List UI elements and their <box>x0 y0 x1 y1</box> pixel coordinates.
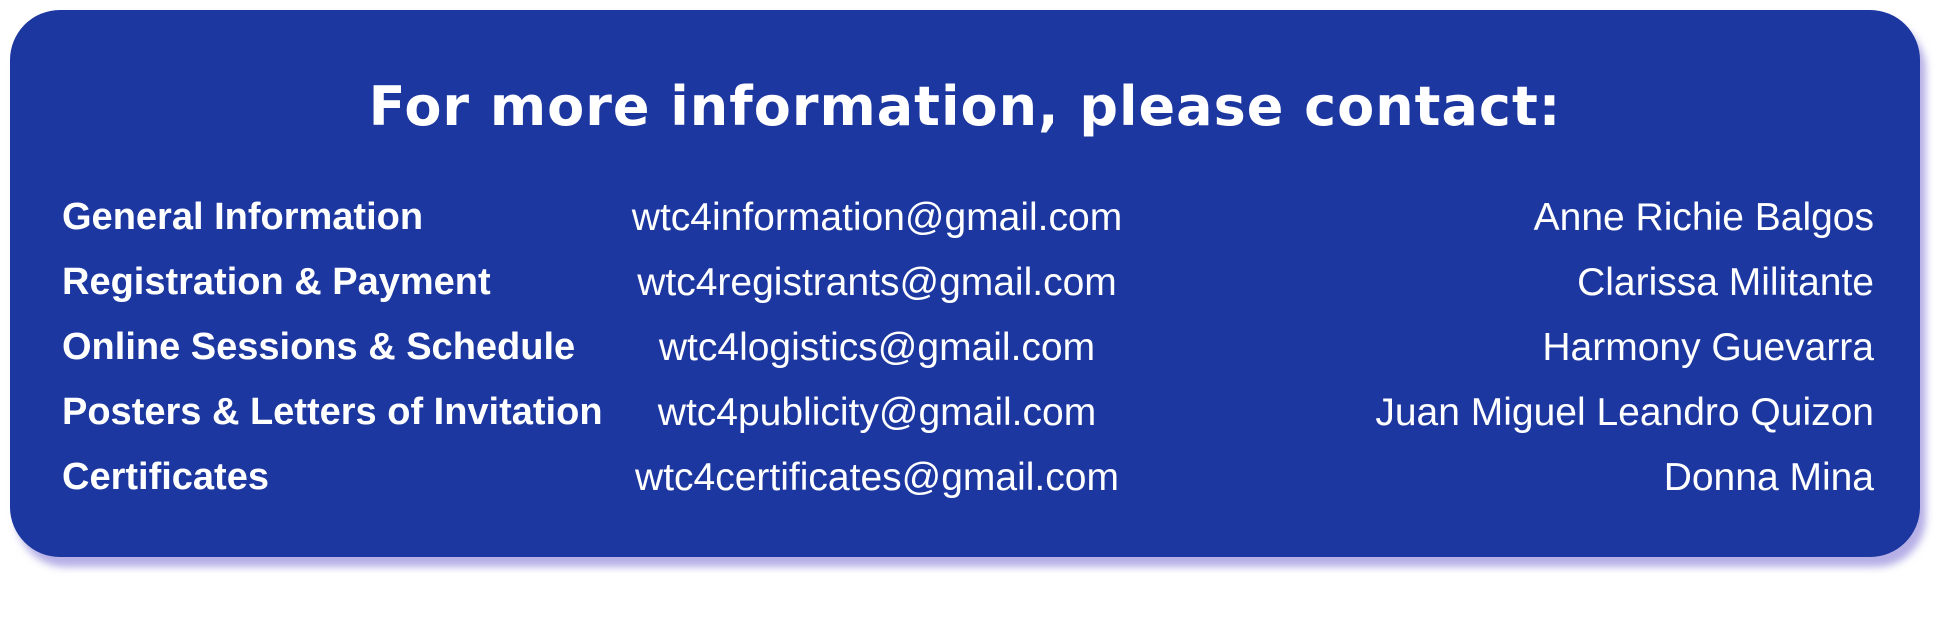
contact-row-certificates: Certificates wtc4certificates@gmail.com … <box>62 445 1874 510</box>
contact-row-registration-payment: Registration & Payment wtc4registrants@g… <box>62 250 1874 315</box>
contact-topic: General Information <box>62 196 424 238</box>
contact-email-link[interactable]: wtc4certificates@gmail.com <box>612 445 1142 510</box>
contact-topic: Posters & Letters of Invitation <box>62 391 603 433</box>
contact-list: General Information wtc4information@gmai… <box>62 185 1874 510</box>
contact-email-link[interactable]: wtc4publicity@gmail.com <box>612 380 1142 445</box>
contact-heading: For more information, please contact: <box>368 75 1562 138</box>
contact-person: Harmony Guevarra <box>1542 326 1874 369</box>
contact-person: Clarissa Militante <box>1577 261 1874 304</box>
contact-topic: Registration & Payment <box>62 261 491 303</box>
contact-email-link[interactable]: wtc4logistics@gmail.com <box>612 315 1142 380</box>
contact-topic: Online Sessions & Schedule <box>62 326 576 368</box>
contact-card: For more information, please contact: Ge… <box>10 10 1920 557</box>
contact-row-online-sessions-schedule: Online Sessions & Schedule wtc4logistics… <box>62 315 1874 380</box>
contact-person: Juan Miguel Leandro Quizon <box>1375 391 1874 434</box>
contact-email-link[interactable]: wtc4registrants@gmail.com <box>612 250 1142 315</box>
contact-row-posters-letters: Posters & Letters of Invitation wtc4publ… <box>62 380 1874 445</box>
contact-topic: Certificates <box>62 456 269 498</box>
contact-person: Donna Mina <box>1663 456 1874 499</box>
contact-email-link[interactable]: wtc4information@gmail.com <box>612 185 1142 250</box>
contact-person: Anne Richie Balgos <box>1533 196 1874 239</box>
contact-row-general-information: General Information wtc4information@gmai… <box>62 185 1874 250</box>
